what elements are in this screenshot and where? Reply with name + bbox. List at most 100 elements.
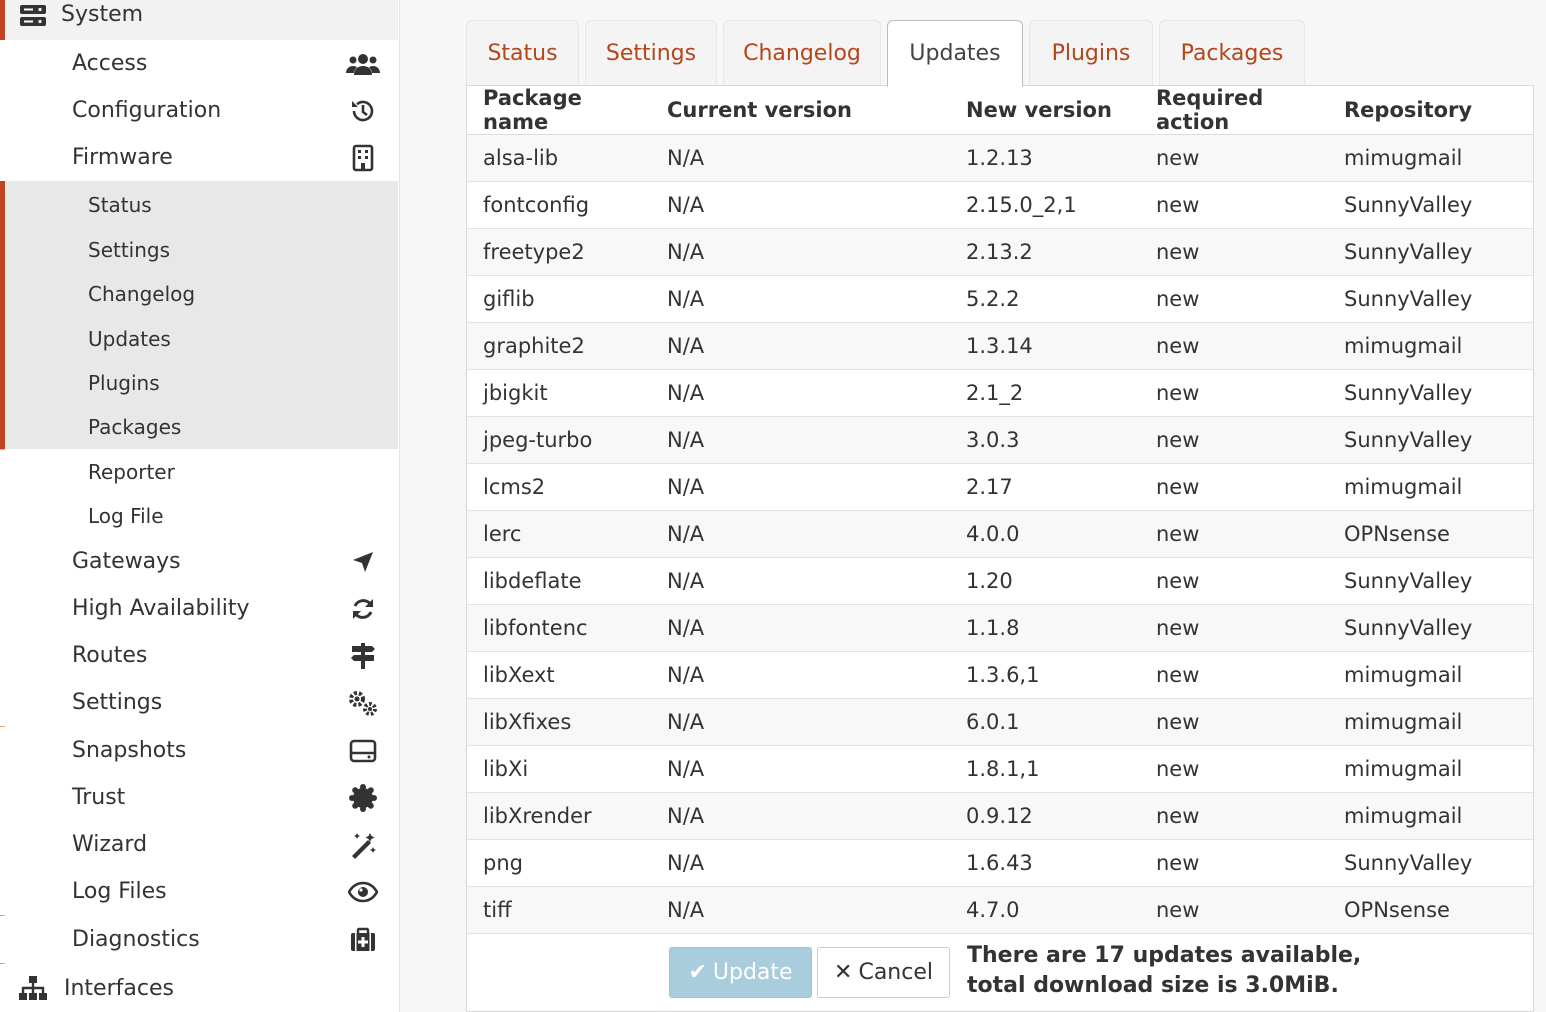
package-name-cell: tiff (467, 886, 651, 934)
sidebar-item-access[interactable]: Access (0, 40, 398, 87)
new-version-cell: 0.9.12 (950, 792, 1140, 840)
sidebar-item-gateways[interactable]: Gateways (0, 538, 398, 585)
column-header-repository: Repository (1328, 86, 1533, 135)
table-row[interactable]: libXext N/A 1.3.6,1 new mimugmail (467, 651, 1533, 699)
new-version-cell: 4.7.0 (950, 886, 1140, 934)
column-header-required-action: Required action (1140, 86, 1328, 135)
table-row[interactable]: libXrender N/A 0.9.12 new mimugmail (467, 792, 1533, 840)
sidebar-item-routes[interactable]: Routes (0, 632, 398, 679)
table-row[interactable]: png N/A 1.6.43 new SunnyValley (467, 839, 1533, 887)
signpost-icon (344, 641, 382, 671)
sidebar-item-wizard[interactable]: Wizard (0, 821, 398, 868)
current-version-cell: N/A (651, 463, 950, 511)
cancel-button[interactable]: ✕ Cancel (817, 947, 950, 998)
new-version-cell: 2.17 (950, 463, 1140, 511)
sidebar-subitem-status[interactable]: Status (0, 183, 398, 227)
table-row[interactable]: fontconfig N/A 2.15.0_2,1 new SunnyValley (467, 181, 1533, 229)
sidebar-subitem-label: Packages (88, 415, 182, 439)
package-name-cell: lcms2 (467, 463, 651, 511)
sidebar: System Access Configuration Firmware Sta… (0, 0, 400, 1012)
sidebar-subitem-log-file[interactable]: Log File (0, 494, 398, 538)
current-version-cell: N/A (651, 557, 950, 605)
sidebar-item-diagnostics[interactable]: Diagnostics (0, 916, 398, 963)
repository-cell: mimugmail (1328, 322, 1533, 370)
column-header-new-version: New version (950, 86, 1140, 135)
package-name-cell: alsa-lib (467, 134, 651, 182)
table-row[interactable]: tiff N/A 4.7.0 new OPNsense (467, 886, 1533, 934)
new-version-cell: 1.3.6,1 (950, 651, 1140, 699)
medkit-icon (344, 925, 382, 955)
required-action-cell: new (1140, 604, 1328, 652)
package-name-cell: fontconfig (467, 181, 651, 229)
sidebar-item-high-availability[interactable]: High Availability (0, 585, 398, 632)
sidebar-subitem-updates[interactable]: Updates (0, 317, 398, 361)
sidebar-section-interfaces[interactable]: Interfaces (0, 964, 398, 1012)
required-action-cell: new (1140, 792, 1328, 840)
tab-updates[interactable]: Updates (887, 20, 1023, 87)
update-button-label: Update (712, 960, 793, 985)
new-version-cell: 3.0.3 (950, 416, 1140, 464)
current-version-cell: N/A (651, 369, 950, 417)
repository-cell: mimugmail (1328, 792, 1533, 840)
table-row[interactable]: freetype2 N/A 2.13.2 new SunnyValley (467, 228, 1533, 276)
package-name-cell: libXext (467, 651, 651, 699)
sidebar-item-log-files[interactable]: Log Files (0, 868, 398, 915)
current-version-cell: N/A (651, 134, 950, 182)
required-action-cell: new (1140, 322, 1328, 370)
repository-cell: SunnyValley (1328, 181, 1533, 229)
tab-status[interactable]: Status (466, 20, 579, 86)
package-name-cell: freetype2 (467, 228, 651, 276)
current-version-cell: N/A (651, 604, 950, 652)
sidebar-subitem-packages[interactable]: Packages (0, 405, 398, 449)
repository-cell: mimugmail (1328, 698, 1533, 746)
package-name-cell: giflib (467, 275, 651, 323)
table-row[interactable]: libfontenc N/A 1.1.8 new SunnyValley (467, 604, 1533, 652)
repository-cell: SunnyValley (1328, 839, 1533, 887)
tab-packages[interactable]: Packages (1159, 20, 1305, 86)
sidebar-subitem-label: Log File (88, 504, 164, 528)
sidebar-section-system[interactable]: System (0, 0, 398, 40)
table-row[interactable]: lerc N/A 4.0.0 new OPNsense (467, 510, 1533, 558)
sidebar-item-trust[interactable]: Trust (0, 774, 398, 821)
tab-changelog[interactable]: Changelog (723, 20, 881, 86)
package-name-cell: jbigkit (467, 369, 651, 417)
tab-settings[interactable]: Settings (585, 20, 717, 86)
server-icon (19, 4, 47, 28)
new-version-cell: 1.3.14 (950, 322, 1140, 370)
sidebar-section-label: System (61, 2, 144, 27)
table-row[interactable]: giflib N/A 5.2.2 new SunnyValley (467, 275, 1533, 323)
table-row[interactable]: libdeflate N/A 1.20 new SunnyValley (467, 557, 1533, 605)
package-name-cell: png (467, 839, 651, 887)
table-row[interactable]: jpeg-turbo N/A 3.0.3 new SunnyValley (467, 416, 1533, 464)
required-action-cell: new (1140, 228, 1328, 276)
certificate-icon (344, 783, 382, 813)
sidebar-item-snapshots[interactable]: Snapshots (0, 727, 398, 774)
table-row[interactable]: libXfixes N/A 6.0.1 new mimugmail (467, 698, 1533, 746)
sidebar-subitem-settings[interactable]: Settings (0, 228, 398, 272)
cogs-icon (344, 688, 382, 718)
tab-label: Status (487, 41, 558, 66)
sidebar-item-firmware[interactable]: Firmware (0, 134, 398, 181)
update-summary: There are 17 updates available, total do… (967, 941, 1447, 1001)
sidebar-item-settings[interactable]: Settings (0, 679, 398, 726)
sidebar-subitem-label: Settings (88, 238, 171, 262)
current-version-cell: N/A (651, 416, 950, 464)
package-name-cell: jpeg-turbo (467, 416, 651, 464)
sidebar-subitem-plugins[interactable]: Plugins (0, 361, 398, 405)
tab-plugins[interactable]: Plugins (1029, 20, 1153, 86)
update-button[interactable]: ✔ Update (669, 947, 812, 998)
table-row[interactable]: alsa-lib N/A 1.2.13 new mimugmail (467, 134, 1533, 182)
sidebar-subitem-changelog[interactable]: Changelog (0, 272, 398, 316)
sidebar-item-label: Settings (72, 690, 163, 715)
hdd-icon (344, 736, 382, 766)
table-row[interactable]: jbigkit N/A 2.1_2 new SunnyValley (467, 369, 1533, 417)
sidebar-subitem-reporter[interactable]: Reporter (0, 450, 398, 494)
sidebar-item-label: Firmware (72, 145, 173, 170)
table-row[interactable]: lcms2 N/A 2.17 new mimugmail (467, 463, 1533, 511)
sidebar-item-label: Configuration (72, 98, 222, 123)
sidebar-item-configuration[interactable]: Configuration (0, 87, 398, 134)
table-row[interactable]: graphite2 N/A 1.3.14 new mimugmail (467, 322, 1533, 370)
tab-label: Packages (1180, 41, 1284, 66)
table-row[interactable]: libXi N/A 1.8.1,1 new mimugmail (467, 745, 1533, 793)
users-icon (344, 49, 382, 79)
